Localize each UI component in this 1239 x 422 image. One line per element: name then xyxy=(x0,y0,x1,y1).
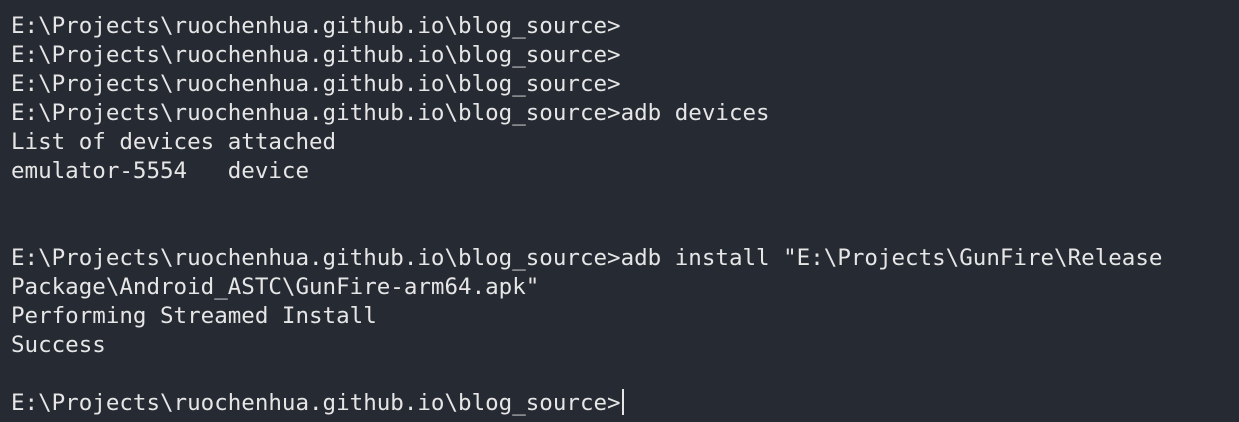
terminal-line-output: List of devices attached xyxy=(11,129,337,155)
terminal-input-line[interactable]: E:\Projects\ruochenhua.github.io\blog_so… xyxy=(11,389,1239,418)
terminal-line-prompt: E:\Projects\ruochenhua.github.io\blog_so… xyxy=(11,42,621,68)
terminal-current-prompt: E:\Projects\ruochenhua.github.io\blog_so… xyxy=(11,390,621,416)
terminal-line-prompt: E:\Projects\ruochenhua.github.io\blog_so… xyxy=(11,71,621,97)
terminal-line-output: Performing Streamed Install xyxy=(11,303,377,329)
terminal-line-command-continued: Package\Android_ASTC\GunFire-arm64.apk" xyxy=(11,274,540,300)
terminal-line-command: E:\Projects\ruochenhua.github.io\blog_so… xyxy=(11,245,1163,271)
terminal-line-prompt: E:\Projects\ruochenhua.github.io\blog_so… xyxy=(11,13,621,39)
terminal-window[interactable]: E:\Projects\ruochenhua.github.io\blog_so… xyxy=(0,0,1239,422)
text-cursor xyxy=(621,389,624,415)
terminal-line-output: emulator-5554 device xyxy=(11,158,310,184)
terminal-line-output: Success xyxy=(11,332,106,358)
terminal-line-command: E:\Projects\ruochenhua.github.io\blog_so… xyxy=(11,100,770,126)
